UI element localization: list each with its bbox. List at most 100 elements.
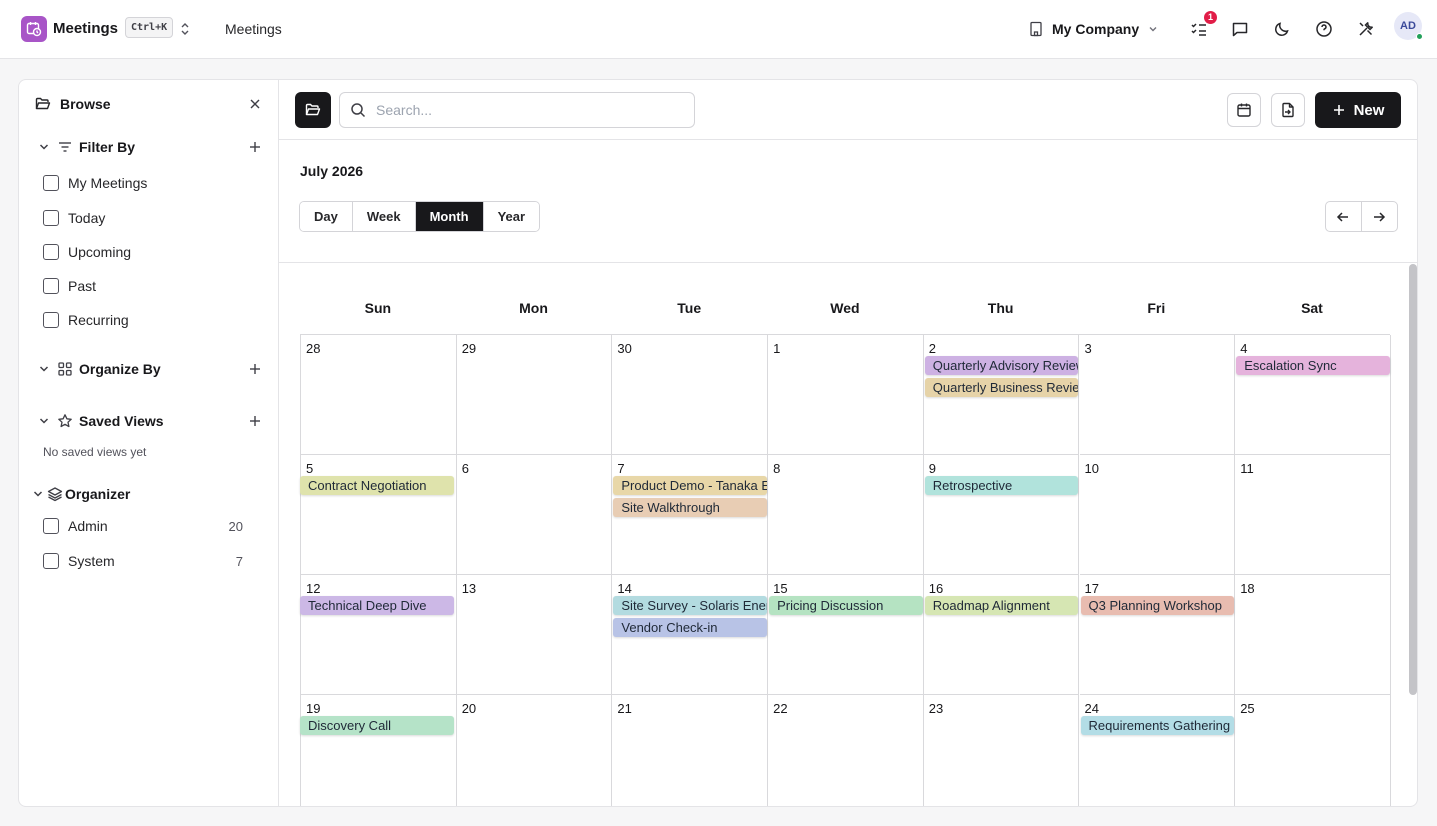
moon-icon[interactable] bbox=[1270, 17, 1294, 41]
breadcrumb[interactable]: Meetings bbox=[225, 21, 282, 37]
file-export-icon bbox=[1282, 102, 1294, 118]
weekday-label: Mon bbox=[519, 300, 548, 316]
app-name[interactable]: Meetings bbox=[53, 20, 118, 37]
organizer-system[interactable]: System 7 bbox=[43, 551, 243, 571]
event-layer: Quarterly Advisory Review Quarterly Busin… bbox=[300, 335, 1417, 806]
checkbox[interactable] bbox=[43, 312, 59, 328]
organize-by-section[interactable]: Organize By bbox=[37, 359, 263, 379]
checkbox[interactable] bbox=[43, 553, 59, 569]
weekday-label: Sun bbox=[364, 300, 392, 316]
main-container: Browse Filter By My Meetings Today Upcom… bbox=[18, 79, 1418, 807]
toolbar: New bbox=[279, 80, 1417, 140]
organizer-section[interactable]: Organizer bbox=[31, 484, 257, 504]
online-status-dot bbox=[1416, 33, 1423, 40]
avatar-initials: AD bbox=[1400, 20, 1416, 32]
calendar-event[interactable]: Quarterly Advisory Review bbox=[924, 356, 1079, 375]
building-icon bbox=[1030, 21, 1042, 37]
calendar-event[interactable]: Technical Deep Dive bbox=[300, 596, 454, 615]
search-box[interactable] bbox=[339, 92, 695, 128]
browse-toggle-button[interactable] bbox=[295, 92, 331, 128]
tab-month[interactable]: Month bbox=[415, 202, 484, 231]
message-square-icon[interactable] bbox=[1228, 17, 1252, 41]
calendar-event[interactable]: Discovery Call bbox=[300, 716, 454, 735]
search-icon bbox=[351, 103, 366, 118]
calendar-event[interactable]: Vendor Check-in bbox=[613, 618, 768, 637]
help-circle-icon[interactable] bbox=[1312, 17, 1336, 41]
filter-past[interactable]: Past bbox=[43, 276, 243, 296]
add-view-icon[interactable] bbox=[247, 413, 263, 429]
layers-icon bbox=[47, 487, 63, 502]
browse-title: Browse bbox=[60, 96, 111, 112]
filter-by-section[interactable]: Filter By bbox=[37, 137, 263, 157]
calendar-event[interactable]: Quarterly Business Review bbox=[924, 378, 1079, 397]
list-checks-icon[interactable]: 1 bbox=[1187, 11, 1217, 41]
calendar-event[interactable]: Retrospective bbox=[924, 476, 1079, 495]
arrow-left-icon bbox=[1337, 211, 1349, 222]
tab-year[interactable]: Year bbox=[483, 202, 540, 231]
checkbox[interactable] bbox=[43, 210, 59, 226]
weekday-label: Sat bbox=[1301, 300, 1323, 316]
add-group-icon[interactable] bbox=[247, 361, 263, 377]
add-filter-icon[interactable] bbox=[247, 139, 263, 155]
filter-today[interactable]: Today bbox=[43, 208, 243, 228]
calendar-event[interactable]: Roadmap Alignment bbox=[924, 596, 1079, 615]
close-icon[interactable] bbox=[247, 96, 263, 112]
new-button-label: New bbox=[1353, 101, 1385, 119]
organizer-admin[interactable]: Admin 20 bbox=[43, 516, 243, 536]
calendar-panel: New July 2026 Day Week Month Year Sun Mo… bbox=[279, 80, 1417, 806]
previous-month-button[interactable] bbox=[1326, 202, 1362, 231]
company-switcher[interactable]: My Company bbox=[1028, 17, 1159, 41]
search-input[interactable] bbox=[376, 102, 676, 118]
tab-week[interactable]: Week bbox=[352, 202, 416, 231]
avatar[interactable]: AD bbox=[1394, 12, 1423, 40]
saved-views-empty: No saved views yet bbox=[43, 445, 147, 459]
filter-by-title: Filter By bbox=[79, 139, 136, 155]
weekday-label: Fri bbox=[1147, 300, 1166, 316]
checkbox[interactable] bbox=[43, 175, 59, 191]
calendar-clock-icon[interactable] bbox=[21, 16, 47, 42]
next-month-button[interactable] bbox=[1362, 202, 1398, 231]
chevron-down-icon bbox=[1149, 27, 1157, 32]
new-meeting-button[interactable]: New bbox=[1315, 92, 1401, 128]
chevron-down-icon bbox=[33, 491, 43, 497]
calendar-icon bbox=[1237, 103, 1251, 117]
star-icon bbox=[58, 414, 72, 428]
calendar-view-button[interactable] bbox=[1227, 93, 1261, 127]
filter-recurring[interactable]: Recurring bbox=[43, 310, 243, 330]
calendar-event[interactable]: Product Demo - Tanaka Electronics bbox=[613, 476, 768, 495]
export-button[interactable] bbox=[1271, 93, 1305, 127]
plus-icon bbox=[1333, 105, 1344, 115]
organize-by-title: Organize By bbox=[79, 361, 161, 377]
grid-icon bbox=[58, 362, 72, 376]
scrollbar-thumb[interactable] bbox=[1409, 264, 1417, 695]
command-shortcut-badge: Ctrl+K bbox=[125, 17, 174, 38]
company-name: My Company bbox=[1052, 21, 1140, 37]
filter-my-meetings[interactable]: My Meetings bbox=[43, 173, 243, 193]
calendar-event[interactable]: Site Walkthrough bbox=[613, 498, 768, 517]
count: 7 bbox=[235, 553, 243, 569]
checkbox[interactable] bbox=[43, 518, 59, 534]
count: 20 bbox=[228, 518, 243, 534]
chevrons-up-down-icon[interactable] bbox=[178, 20, 192, 38]
tab-day[interactable]: Day bbox=[300, 202, 353, 231]
filter-upcoming[interactable]: Upcoming bbox=[43, 242, 243, 262]
chevron-down-icon bbox=[39, 144, 49, 150]
calendar-event[interactable]: Contract Negotiation bbox=[300, 476, 454, 495]
month-grid: 28 29 30 1 2 3 4 5 6 7 8 9 10 11 12 13 14 15 16 17 18 19 20 21 2… bbox=[300, 334, 1391, 806]
tools-icon[interactable] bbox=[1354, 17, 1378, 41]
calendar-event[interactable]: Requirements Gathering bbox=[1080, 716, 1235, 735]
browse-header: Browse bbox=[35, 94, 263, 114]
arrow-right-icon bbox=[1374, 211, 1386, 222]
checkbox[interactable] bbox=[43, 244, 59, 260]
calendar-event[interactable]: Site Survey - Solaris Energy bbox=[613, 596, 768, 615]
scrollbar[interactable] bbox=[1408, 263, 1417, 806]
calendar-event[interactable]: Q3 Planning Workshop bbox=[1080, 596, 1235, 615]
browse-sidebar: Browse Filter By My Meetings Today Upcom… bbox=[19, 80, 279, 806]
calendar-event[interactable]: Escalation Sync bbox=[1236, 356, 1390, 375]
calendar-event[interactable]: Pricing Discussion bbox=[769, 596, 923, 615]
month-title: July 2026 bbox=[300, 163, 364, 179]
weekday-label: Thu bbox=[987, 300, 1014, 316]
weekday-label: Tue bbox=[677, 300, 702, 316]
checkbox[interactable] bbox=[43, 278, 59, 294]
saved-views-section[interactable]: Saved Views bbox=[37, 411, 263, 431]
